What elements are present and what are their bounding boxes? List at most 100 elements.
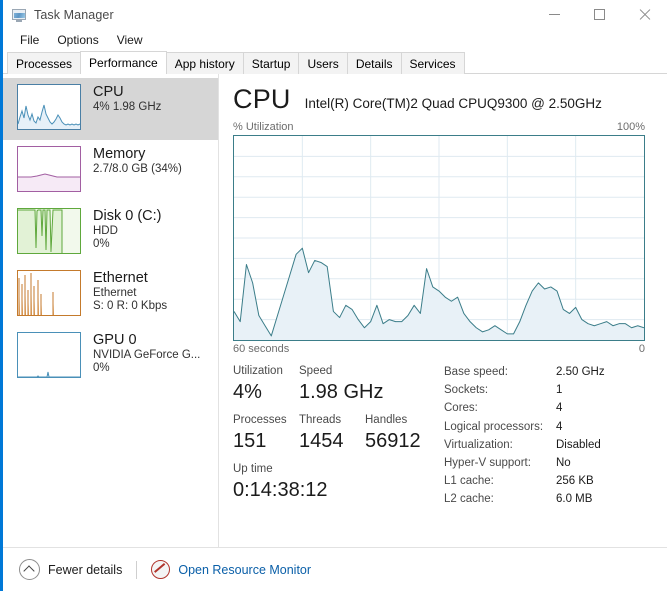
sidebar-item-ethernet[interactable]: Ethernet Ethernet S: 0 R: 0 Kbps xyxy=(3,264,218,326)
open-resource-monitor-link[interactable]: Open Resource Monitor xyxy=(151,560,311,579)
detail-row: L2 cache: 6.0 MB xyxy=(444,490,645,508)
graph-axis-bottom: 60 seconds 0 xyxy=(233,343,645,355)
menu-item-options[interactable]: Options xyxy=(48,31,107,49)
fewer-details-label: Fewer details xyxy=(48,562,123,577)
stat-threads-label: Threads xyxy=(299,414,342,426)
minimize-icon xyxy=(549,14,560,15)
status-bar: Fewer details Open Resource Monitor xyxy=(3,547,667,591)
chevron-up-icon xyxy=(19,559,40,580)
graph-axis-title: % Utilization xyxy=(233,121,294,133)
graph-time-left: 60 seconds xyxy=(233,343,290,355)
sidebar-item-disk0-sub1: HDD xyxy=(93,225,118,238)
sidebar-item-memory[interactable]: Memory 2.7/8.0 GB (34%) xyxy=(3,140,218,202)
sidebar-item-gpu0-sub1: NVIDIA GeForce G... xyxy=(93,349,201,362)
cpu-details-list: Base speed: 2.50 GHz Sockets: 1 Cores: 4… xyxy=(438,363,645,509)
graph-axis-max: 100% xyxy=(616,121,645,133)
stat-processes: Processes 151 xyxy=(233,412,299,454)
stat-utilization: Utilization 4% xyxy=(233,363,299,405)
stat-handles: Handles 56912 xyxy=(365,412,435,454)
content-area: CPU 4% 1.98 GHz Memory 2.7/8.0 GB (34%) xyxy=(3,74,667,547)
minimize-button[interactable] xyxy=(532,0,577,29)
menu-item-view[interactable]: View xyxy=(108,31,152,49)
detail-row: Cores: 4 xyxy=(444,399,645,417)
stat-speed-value: 1.98 GHz xyxy=(299,381,384,403)
page-title: CPU xyxy=(233,84,291,114)
fewer-details-button[interactable]: Fewer details xyxy=(19,559,122,580)
close-button[interactable] xyxy=(622,0,667,29)
tab-app-history[interactable]: App history xyxy=(165,52,244,74)
detail-value: 1 xyxy=(556,384,563,397)
stat-utilization-value: 4% xyxy=(233,381,262,403)
stat-uptime-value: 0:14:38:12 xyxy=(233,479,328,501)
sidebar-item-disk0-sub2: 0% xyxy=(93,238,110,251)
detail-value: 4 xyxy=(556,402,563,415)
sidebar-item-gpu0[interactable]: GPU 0 NVIDIA GeForce G... 0% xyxy=(3,326,218,388)
cpu-stats-left: Utilization 4% Speed 1.98 GHz Processes … xyxy=(233,363,438,509)
gpu-thumbnail-graph xyxy=(17,332,81,378)
window-controls xyxy=(532,0,667,29)
detail-value: 4 xyxy=(556,420,563,433)
sidebar-item-memory-title: Memory xyxy=(93,146,146,162)
detail-row: Logical processors: 4 xyxy=(444,418,645,436)
detail-value: 6.0 MB xyxy=(556,493,593,506)
graph-axis-top: % Utilization 100% xyxy=(233,121,645,133)
tab-performance[interactable]: Performance xyxy=(80,51,167,74)
detail-value: Disabled xyxy=(556,438,601,451)
tab-strip: Processes Performance App history Startu… xyxy=(3,51,667,74)
stats-spacer xyxy=(233,405,438,412)
detail-key: Virtualization: xyxy=(444,438,513,451)
resource-sidebar: CPU 4% 1.98 GHz Memory 2.7/8.0 GB (34%) xyxy=(3,74,219,547)
sidebar-item-disk0-title: Disk 0 (C:) xyxy=(93,208,162,224)
task-manager-window: Task Manager File Options View Processes… xyxy=(0,0,667,591)
sidebar-item-cpu-title: CPU xyxy=(93,84,124,100)
sidebar-item-ethernet-sub2: S: 0 R: 0 Kbps xyxy=(93,300,168,313)
sidebar-item-ethernet-title: Ethernet xyxy=(93,270,148,286)
stat-speed: Speed 1.98 GHz xyxy=(299,363,383,405)
detail-key: Hyper-V support: xyxy=(444,457,531,470)
cpu-utilization-graph xyxy=(233,135,645,341)
tab-processes[interactable]: Processes xyxy=(7,52,82,74)
ethernet-thumbnail-graph xyxy=(17,270,81,316)
cpu-utilization-chart xyxy=(234,136,644,340)
sidebar-item-disk0-text: Disk 0 (C:) HDD 0% xyxy=(93,208,161,251)
disk-thumbnail-graph xyxy=(17,208,81,254)
stat-row-uptime: Up time 0:14:38:12 xyxy=(233,461,438,503)
cpu-header: CPU Intel(R) Core(TM)2 Quad CPUQ9300 @ 2… xyxy=(233,86,645,113)
tab-users[interactable]: Users xyxy=(298,52,348,74)
detail-row: Virtualization: Disabled xyxy=(444,436,645,454)
sidebar-item-ethernet-text: Ethernet Ethernet S: 0 R: 0 Kbps xyxy=(93,270,167,313)
sidebar-item-cpu-sub1: 4% 1.98 GHz xyxy=(93,101,162,114)
detail-key: L1 cache: xyxy=(444,475,494,488)
cpu-model-name: Intel(R) Core(TM)2 Quad CPUQ9300 @ 2.50G… xyxy=(304,96,602,111)
sidebar-item-gpu0-title: GPU 0 xyxy=(93,332,137,348)
menu-bar: File Options View xyxy=(3,29,667,51)
detail-value: 256 KB xyxy=(556,475,594,488)
maximize-icon xyxy=(594,9,605,20)
sidebar-item-disk0[interactable]: Disk 0 (C:) HDD 0% xyxy=(3,202,218,264)
tab-services[interactable]: Services xyxy=(400,52,465,74)
stat-threads-value: 1454 xyxy=(299,430,344,452)
detail-key: L2 cache: xyxy=(444,493,494,506)
stat-handles-label: Handles xyxy=(365,414,408,426)
stat-processes-value: 151 xyxy=(233,430,267,452)
stat-uptime: Up time 0:14:38:12 xyxy=(233,461,438,503)
sidebar-item-gpu0-sub2: 0% xyxy=(93,362,110,375)
memory-thumbnail-graph xyxy=(17,146,81,192)
sidebar-item-cpu[interactable]: CPU 4% 1.98 GHz xyxy=(3,78,218,140)
stat-processes-label: Processes xyxy=(233,414,287,426)
cpu-statistics: Utilization 4% Speed 1.98 GHz Processes … xyxy=(233,363,645,509)
tab-startup[interactable]: Startup xyxy=(242,52,300,74)
task-manager-icon xyxy=(11,7,27,23)
stat-row-counts: Processes 151 Threads 1454 Handles 56912 xyxy=(233,412,438,454)
detail-row: Base speed: 2.50 GHz xyxy=(444,363,645,381)
title-bar: Task Manager xyxy=(3,0,667,29)
detail-value: No xyxy=(556,457,571,470)
open-resource-monitor-label: Open Resource Monitor xyxy=(178,562,312,577)
sidebar-item-memory-text: Memory 2.7/8.0 GB (34%) xyxy=(93,146,182,176)
stat-threads: Threads 1454 xyxy=(299,412,365,454)
tab-details[interactable]: Details xyxy=(346,52,402,74)
menu-item-file[interactable]: File xyxy=(11,31,48,49)
maximize-button[interactable] xyxy=(577,0,622,29)
sidebar-item-memory-sub1: 2.7/8.0 GB (34%) xyxy=(93,163,182,176)
detail-row: Sockets: 1 xyxy=(444,381,645,399)
